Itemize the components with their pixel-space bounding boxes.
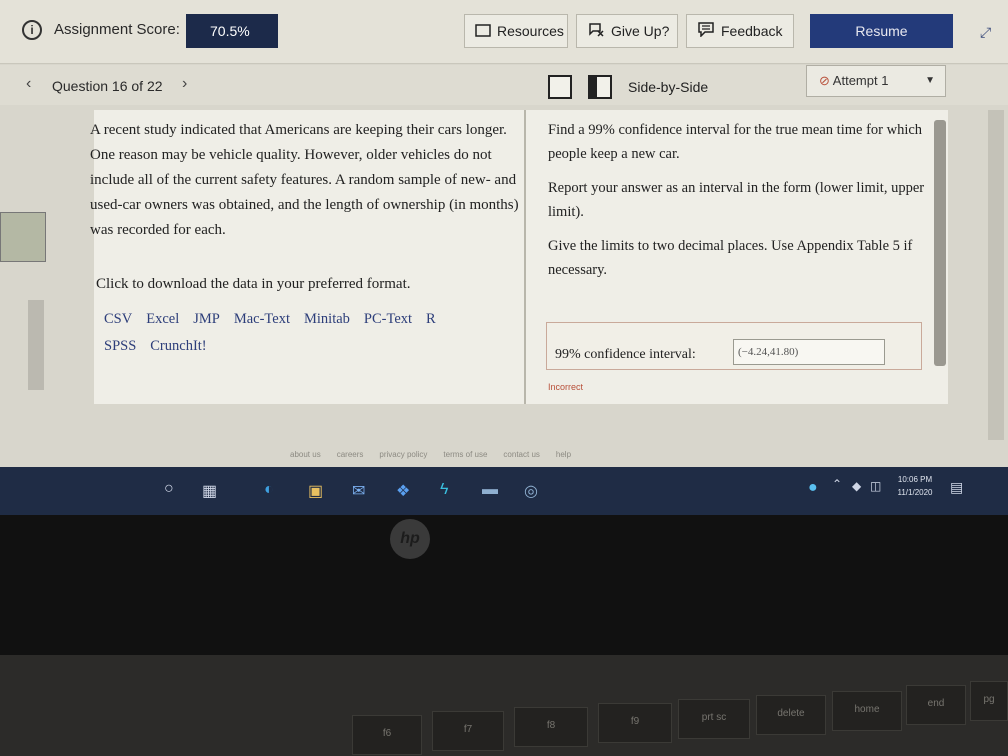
download-mac-text-link[interactable]: Mac-Text bbox=[234, 311, 290, 327]
key-pg: pg bbox=[970, 681, 1008, 721]
about-us-link[interactable]: about us bbox=[290, 450, 321, 459]
data-format-links: CSV Excel JMP Mac-Text Minitab PC-Text R SPSS C… bbox=[104, 306, 514, 360]
key-f6: f6 bbox=[352, 715, 422, 755]
attempt-dropdown[interactable]: ⊘ Attempt 1 ▼ bbox=[806, 65, 946, 97]
folder-icon bbox=[475, 16, 491, 48]
task-precision: Give the limits to two decimal places. U… bbox=[548, 238, 913, 278]
key-home: home bbox=[832, 691, 902, 731]
privacy-policy-link[interactable]: privacy policy bbox=[379, 450, 427, 459]
panel-divider[interactable] bbox=[524, 110, 526, 404]
terms-of-use-link[interactable]: terms of use bbox=[443, 450, 487, 459]
download-excel-link[interactable]: Excel bbox=[146, 311, 179, 327]
assignment-toolbar: i Assignment Score: 70.5% Resources Give… bbox=[0, 0, 1008, 64]
download-minitab-link[interactable]: Minitab bbox=[304, 311, 350, 327]
windows-taskbar: ○ ▦ ◐ ▣ ✉ ❖ ϟ ▬ ◎ ● ⌃ ◆ ◫ 10:06 PM 11/1/… bbox=[0, 467, 1008, 515]
question-counter: Question 16 of 22 bbox=[52, 78, 163, 94]
tray-volume-icon[interactable]: ◫ bbox=[870, 479, 881, 493]
feedback-button[interactable]: Feedback bbox=[686, 14, 794, 48]
resources-button[interactable]: Resources bbox=[464, 14, 568, 48]
expand-icon[interactable]: ⤢ bbox=[980, 24, 991, 41]
panel-scrollbar[interactable] bbox=[934, 120, 946, 366]
key-f7: f7 bbox=[432, 711, 504, 751]
question-bar: ‹ Question 16 of 22 › Side-by-Side ⊘ Att… bbox=[0, 65, 1008, 105]
tray-network-icon[interactable]: ◆ bbox=[852, 479, 861, 493]
previous-question-icon[interactable]: ‹ bbox=[26, 75, 31, 93]
store-icon[interactable]: ▣ bbox=[308, 481, 323, 501]
hp-logo: hp bbox=[390, 519, 430, 559]
left-scrollbar[interactable] bbox=[28, 300, 44, 390]
score-value: 70.5% bbox=[186, 14, 278, 48]
key-prt-sc: prt sc bbox=[678, 699, 750, 739]
system-clock[interactable]: 10:06 PM 11/1/2020 bbox=[890, 473, 940, 499]
single-view-icon[interactable] bbox=[548, 75, 572, 99]
globe-icon[interactable]: ◎ bbox=[524, 481, 538, 501]
clock-time: 10:06 PM bbox=[897, 475, 933, 484]
photos-icon[interactable]: ▬ bbox=[482, 481, 498, 499]
feedback-label: Feedback bbox=[721, 23, 783, 39]
outer-scrollbar[interactable] bbox=[988, 110, 1004, 440]
answer-box: 99% confidence interval: (−4.24,41.80) bbox=[546, 322, 922, 370]
edge-icon[interactable]: ◐ bbox=[264, 481, 274, 499]
dropdown-arrow-icon: ▼ bbox=[925, 75, 935, 86]
download-pc-text-link[interactable]: PC-Text bbox=[364, 311, 412, 327]
view-mode-label: Side-by-Side bbox=[628, 79, 709, 95]
attempt-label: Attempt 1 bbox=[832, 73, 889, 88]
give-up-button[interactable]: Give Up? bbox=[576, 14, 678, 48]
resume-button[interactable]: Resume bbox=[810, 14, 953, 48]
resources-label: Resources bbox=[497, 23, 564, 39]
feedback-icon bbox=[697, 16, 715, 48]
confidence-interval-input[interactable]: (−4.24,41.80) bbox=[733, 339, 885, 365]
keyboard: f6 f7 f8 f9 prt sc delete home end pg bbox=[0, 655, 1008, 756]
download-crunchit-link[interactable]: CrunchIt! bbox=[150, 338, 206, 354]
give-up-label: Give Up? bbox=[611, 23, 670, 39]
screen: i Assignment Score: 70.5% Resources Give… bbox=[0, 0, 1008, 515]
problem-statement: A recent study indicated that Americans … bbox=[90, 122, 519, 238]
key-end: end bbox=[906, 685, 966, 725]
laptop-bezel bbox=[0, 515, 1008, 655]
careers-link[interactable]: careers bbox=[337, 450, 364, 459]
search-circle-icon[interactable]: ○ bbox=[164, 480, 174, 498]
side-by-side-view-icon[interactable] bbox=[588, 75, 612, 99]
download-csv-link[interactable]: CSV bbox=[104, 311, 132, 327]
download-jmp-link[interactable]: JMP bbox=[193, 311, 220, 327]
tray-app-icon[interactable]: ● bbox=[808, 479, 818, 497]
next-question-icon[interactable]: › bbox=[182, 75, 187, 93]
bolt-icon[interactable]: ϟ bbox=[440, 481, 448, 499]
give-up-icon bbox=[587, 16, 605, 48]
task-prompt: Find a 99% confidence interval for the t… bbox=[548, 122, 923, 162]
answer-status: Incorrect bbox=[548, 382, 584, 392]
clock-date: 11/1/2020 bbox=[897, 488, 933, 497]
download-r-link[interactable]: R bbox=[426, 311, 436, 327]
help-link[interactable]: help bbox=[556, 450, 571, 459]
download-prompt: Click to download the data in your prefe… bbox=[96, 276, 411, 292]
key-f9: f9 bbox=[598, 703, 672, 743]
answer-label: 99% confidence interval: bbox=[555, 347, 696, 362]
notifications-icon[interactable]: ▤ bbox=[950, 479, 963, 496]
side-widget[interactable] bbox=[0, 212, 46, 262]
dropbox-icon[interactable]: ❖ bbox=[396, 481, 410, 501]
tray-chevron-icon[interactable]: ⌃ bbox=[832, 477, 842, 491]
key-delete: delete bbox=[756, 695, 826, 735]
contact-us-link[interactable]: contact us bbox=[503, 450, 539, 459]
footer-links: about us careers privacy policy terms of us… bbox=[290, 450, 587, 459]
mail-icon[interactable]: ✉ bbox=[352, 481, 365, 501]
info-icon[interactable]: i bbox=[22, 20, 42, 40]
incorrect-icon: ⊘ bbox=[819, 73, 833, 88]
key-f8: f8 bbox=[514, 707, 588, 747]
task-instructions: Find a 99% confidence interval for the t… bbox=[548, 118, 938, 292]
score-label: Assignment Score: bbox=[54, 21, 180, 38]
download-spss-link[interactable]: SPSS bbox=[104, 338, 136, 354]
task-format: Report your answer as an interval in the… bbox=[548, 180, 925, 220]
task-view-icon[interactable]: ▦ bbox=[202, 481, 217, 501]
